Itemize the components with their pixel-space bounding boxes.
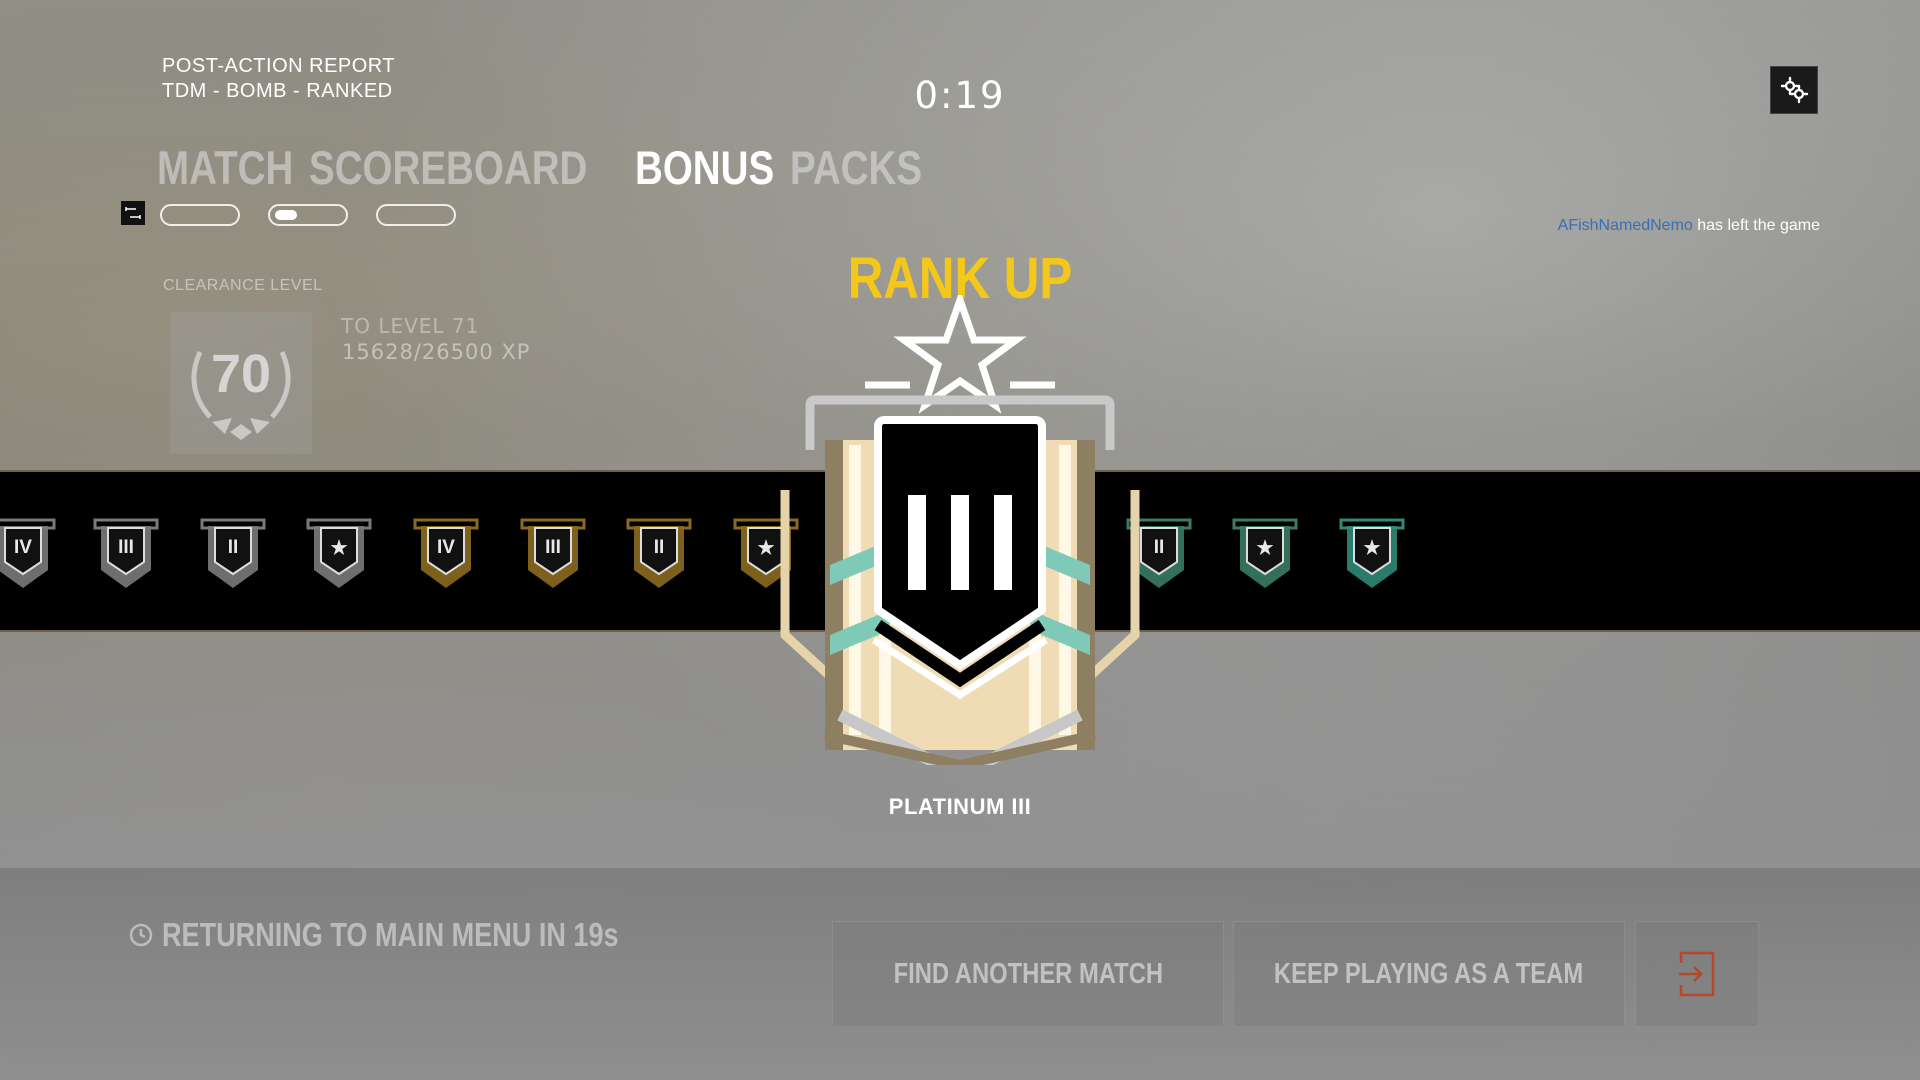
strip-rank-badge-icon: ★ bbox=[1337, 510, 1407, 592]
settings-button[interactable] bbox=[1770, 66, 1818, 114]
strip-rank-badge-icon: III bbox=[91, 510, 161, 592]
strip-rank-tier: ★ bbox=[1363, 538, 1381, 559]
strip-rank-tier: ★ bbox=[1256, 538, 1274, 559]
strip-rank-badge-icon: ★ bbox=[1230, 510, 1300, 592]
find-another-match-label: FIND ANOTHER MATCH bbox=[893, 957, 1163, 990]
tab-switch-icon[interactable] bbox=[121, 201, 145, 225]
tab-bonus[interactable]: BONUS bbox=[635, 140, 774, 195]
xp-progress-text: 15628/26500 XP bbox=[342, 340, 531, 364]
next-level-label: TO LEVEL 71 bbox=[341, 314, 480, 338]
strip-rank-tier: II bbox=[227, 537, 239, 558]
tab-scoreboard[interactable]: SCOREBOARD bbox=[309, 140, 587, 195]
notification-message: has left the game bbox=[1697, 217, 1820, 234]
strip-rank-tier: IV bbox=[437, 537, 455, 558]
tab-packs[interactable]: PACKS bbox=[790, 140, 922, 195]
page-indicator-1[interactable] bbox=[160, 204, 240, 226]
exit-button[interactable] bbox=[1635, 921, 1759, 1027]
player-name: AFishNamedNemo bbox=[1557, 217, 1693, 234]
page-indicator-active-dot bbox=[275, 210, 297, 220]
strip-rank-badge-icon: IV bbox=[0, 510, 58, 592]
clearance-level-number: 70 bbox=[210, 344, 272, 404]
platinum-rank-badge-icon bbox=[780, 295, 1140, 765]
strip-rank-badge-icon: II bbox=[624, 510, 694, 592]
strip-rank-badge-icon: IV bbox=[411, 510, 481, 592]
strip-rank-tier: III bbox=[545, 537, 561, 558]
strip-rank-tier: ★ bbox=[330, 538, 348, 559]
strip-rank-badge-icon: ★ bbox=[304, 510, 374, 592]
keep-playing-team-label: KEEP PLAYING AS A TEAM bbox=[1274, 957, 1584, 990]
gear-icon bbox=[1780, 76, 1809, 104]
strip-rank-badge-icon: II bbox=[198, 510, 268, 592]
strip-rank-tier: II bbox=[653, 537, 665, 558]
keep-playing-team-button[interactable]: KEEP PLAYING AS A TEAM bbox=[1233, 921, 1625, 1027]
strip-rank-badge-icon: III bbox=[518, 510, 588, 592]
report-tabs: MATCH SCOREBOARD BONUS PACKS bbox=[157, 140, 922, 195]
exit-icon bbox=[1679, 951, 1715, 997]
clock-icon bbox=[129, 923, 153, 947]
strip-rank-tier: III bbox=[118, 537, 134, 558]
countdown-timer: 0:19 bbox=[914, 74, 1006, 117]
page-indicator-2[interactable] bbox=[268, 204, 348, 226]
find-another-match-button[interactable]: FIND ANOTHER MATCH bbox=[832, 921, 1224, 1027]
strip-rank-tier: IV bbox=[14, 537, 32, 558]
player-left-notification: AFishNamedNemo has left the game bbox=[1558, 217, 1820, 235]
page-indicator-3[interactable] bbox=[376, 204, 456, 226]
return-countdown-text: RETURNING TO MAIN MENU IN 19s bbox=[162, 916, 619, 953]
return-countdown: RETURNING TO MAIN MENU IN 19s bbox=[128, 916, 719, 954]
rank-name: PLATINUM III bbox=[888, 794, 1032, 819]
tab-match[interactable]: MATCH bbox=[157, 140, 293, 195]
